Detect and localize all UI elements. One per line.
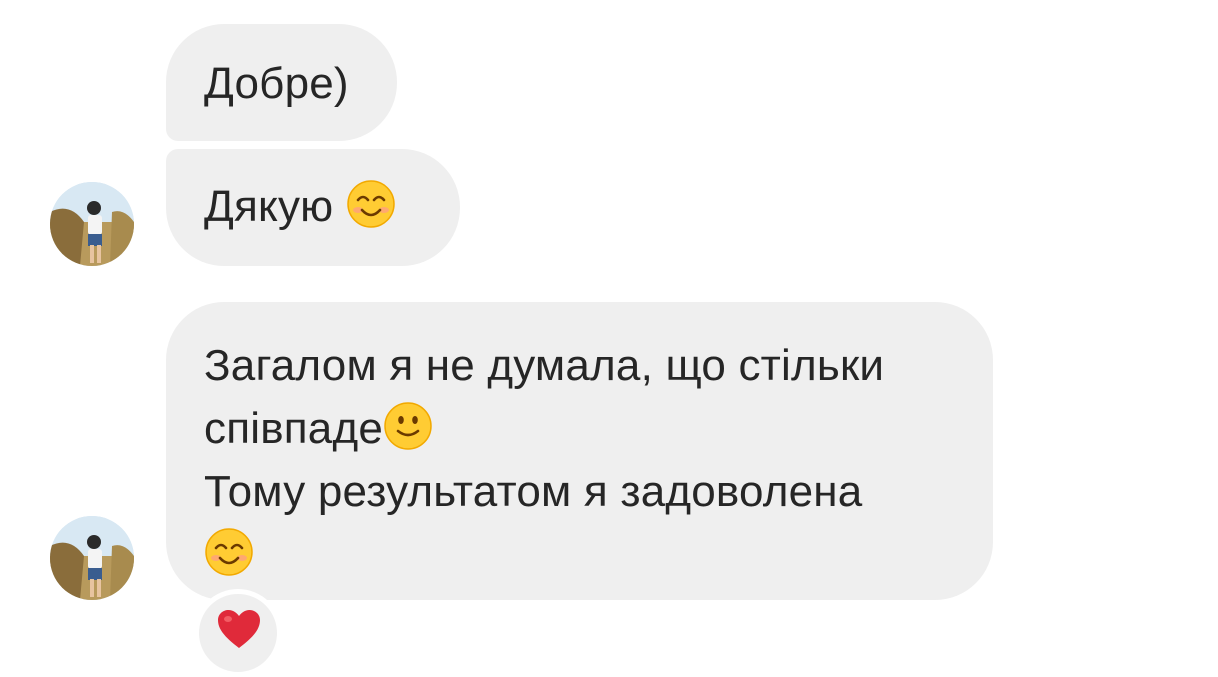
smiling-face-with-smiling-eyes-icon (204, 527, 254, 593)
message-bubble-received[interactable]: Дякую (166, 149, 460, 266)
contact-avatar[interactable] (50, 182, 134, 266)
slightly-smiling-face-icon (383, 401, 433, 467)
message-text-line (204, 525, 993, 588)
red-heart-icon (218, 610, 260, 648)
message-text-line: співпаде (204, 399, 993, 462)
message-bubble-received[interactable]: Загалом я не думала, що стільки співпаде… (166, 302, 993, 600)
message-bubble-received[interactable]: Добре) (166, 24, 397, 141)
message-text: Добре) (204, 59, 349, 108)
contact-avatar[interactable] (50, 516, 134, 600)
smiling-face-with-smiling-eyes-icon (346, 179, 396, 245)
message-text-line: Загалом я не думала, що стільки (204, 341, 885, 390)
message-text: співпаде (204, 404, 384, 453)
message-text: Дякую (204, 182, 334, 231)
message-text-line: Тому результатом я задоволена (204, 467, 863, 516)
